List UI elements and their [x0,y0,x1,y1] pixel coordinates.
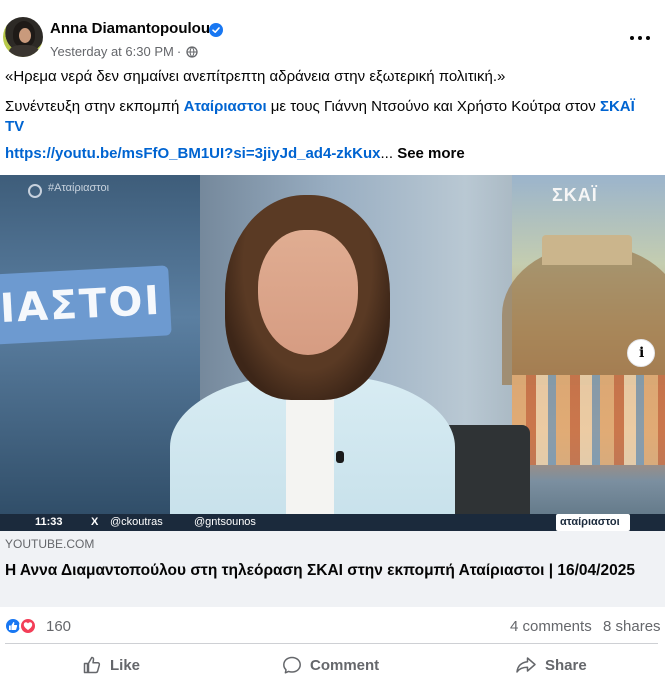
studio-banner: ΙΑΣΤΟΙ [0,265,172,345]
skai-channel-logo: ΣΚΑΪ [552,185,598,205]
info-glyph: i [639,345,645,361]
x-logo-icon: X [91,516,99,528]
like-button[interactable]: Like [82,648,140,682]
post-meta: Yesterday at 6:30 PM · [50,44,198,59]
description-text: Συνέντευξη στην εκπομπή [5,98,184,115]
studio-banner-text: ΙΑΣΤΟΙ [0,277,163,333]
link-domain: YOUTUBE.COM [5,537,95,551]
ticker-time: 11:33 [35,516,63,528]
ticker-handle: @gntsounos [194,516,256,528]
author-avatar[interactable] [3,17,43,57]
meta-separator: · [176,44,182,59]
reaction-count[interactable]: 160 [46,618,71,635]
comment-label: Comment [310,656,380,674]
video-thumbnail[interactable]: #Αταίριαστοι ΙΑΣΤΟΙ ΣΚΑΪ 11:33 X @ckoutr… [0,175,665,531]
see-more-button[interactable]: See more [397,145,465,162]
post-quote: «Ηρεμα νερά δεν σημαίνει ανεπίτρεπτη αδρ… [5,68,506,85]
person-shirt [286,385,334,531]
love-reaction-icon[interactable] [19,617,37,635]
ticker-handle: @ckoutras [110,516,163,528]
comment-bubble-icon [283,656,301,674]
thumbs-up-icon [83,656,101,674]
actions-divider [5,643,658,644]
show-link-ataíriastoi[interactable]: Αταίριαστοι [184,98,267,115]
lapel-mic-icon [336,451,344,463]
facebook-post: Anna Diamantopoulou Yesterday at 6:30 PM… [0,0,665,686]
author-name[interactable]: Anna Diamantopoulou [50,20,210,37]
ticker-show-brand: αταίριαστοι [556,514,630,531]
verified-badge-icon [209,23,223,37]
person-face [258,230,358,355]
link-title[interactable]: Η Αννα Διαμαντοπούλου στη τηλεόραση ΣΚΑΙ… [5,560,645,581]
info-icon[interactable]: i [627,339,655,367]
show-logo-icon [28,184,42,198]
avatar-face [19,28,31,43]
backdrop-acropolis [542,235,632,265]
more-dot [630,36,634,40]
share-label: Share [545,656,587,674]
more-dot [646,36,650,40]
globe-icon[interactable] [186,45,198,58]
post-url-line: https://youtu.be/msFfO_BM1UI?si=3jiyJd_a… [5,144,655,164]
url-ellipsis: ... [380,145,394,162]
more-options-icon[interactable] [628,28,652,48]
backdrop-houses [512,375,665,465]
share-button[interactable]: Share [515,648,587,682]
comment-button[interactable]: Comment [282,648,379,682]
like-label: Like [110,656,141,674]
more-dot [638,36,642,40]
shares-count[interactable]: 8 shares [603,618,661,635]
screen-hashtag: #Αταίριαστοι [48,182,110,194]
post-description: Συνέντευξη στην εκπομπή Αταίριαστοι με τ… [5,97,655,137]
avatar-shirt [9,45,39,57]
comments-count[interactable]: 4 comments [510,618,592,635]
youtube-url-link[interactable]: https://youtu.be/msFfO_BM1UI?si=3jiyJd_a… [5,145,381,162]
post-timestamp[interactable]: Yesterday at 6:30 PM [50,44,174,59]
share-arrow-icon [516,657,536,673]
description-text: με τους Γιάννη Ντσούνο και Χρήστο Κούτρα… [266,98,600,115]
